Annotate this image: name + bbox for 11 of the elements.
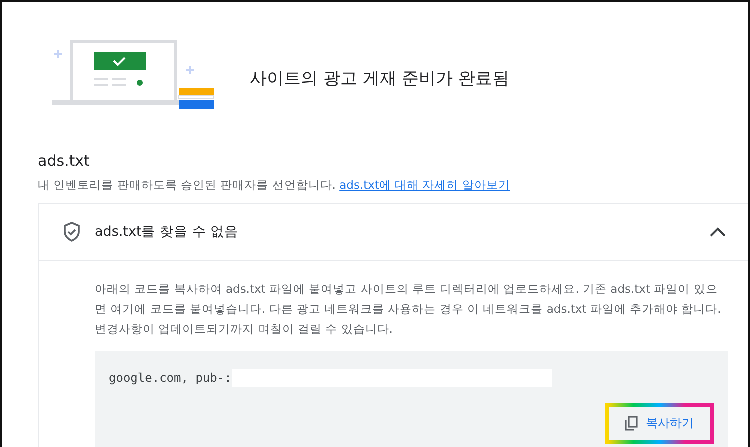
- section-description: 내 인벤토리를 판매하도록 승인된 판매자를 선언합니다. ads.txt에 대해 자세히 알아보기: [38, 178, 512, 193]
- shield-check-icon: [63, 222, 81, 242]
- page-title: 사이트의 광고 게재 준비가 완료됨: [250, 68, 510, 90]
- panel-title: ads.txt를 찾을 수 없음: [95, 223, 240, 241]
- learn-more-link[interactable]: ads.txt에 대해 자세히 알아보기: [340, 178, 510, 192]
- instructions-text: 아래의 코드를 복사하여 ads.txt 파일에 붙여넣고 사이트의 루트 디렉터리에 업로드하세요. 기존 ads.txt 파일이 있으면 여기에 코드를 붙여넣습니다. 다른 광고 네트워크를 사용하는 경우 이 네트워크를 ads.txt 파일에 추가해야 합니다. 변경사항이 업데이트되기까지 며칠이 걸릴 수 있습니다.: [95, 281, 722, 338]
- copy-icon: [625, 416, 638, 431]
- section-title: ads.txt: [38, 152, 91, 170]
- copy-button[interactable]: 복사하기: [605, 403, 714, 444]
- code-text: google.com, pub-:: [109, 371, 232, 385]
- chevron-icon[interactable]: [710, 227, 726, 237]
